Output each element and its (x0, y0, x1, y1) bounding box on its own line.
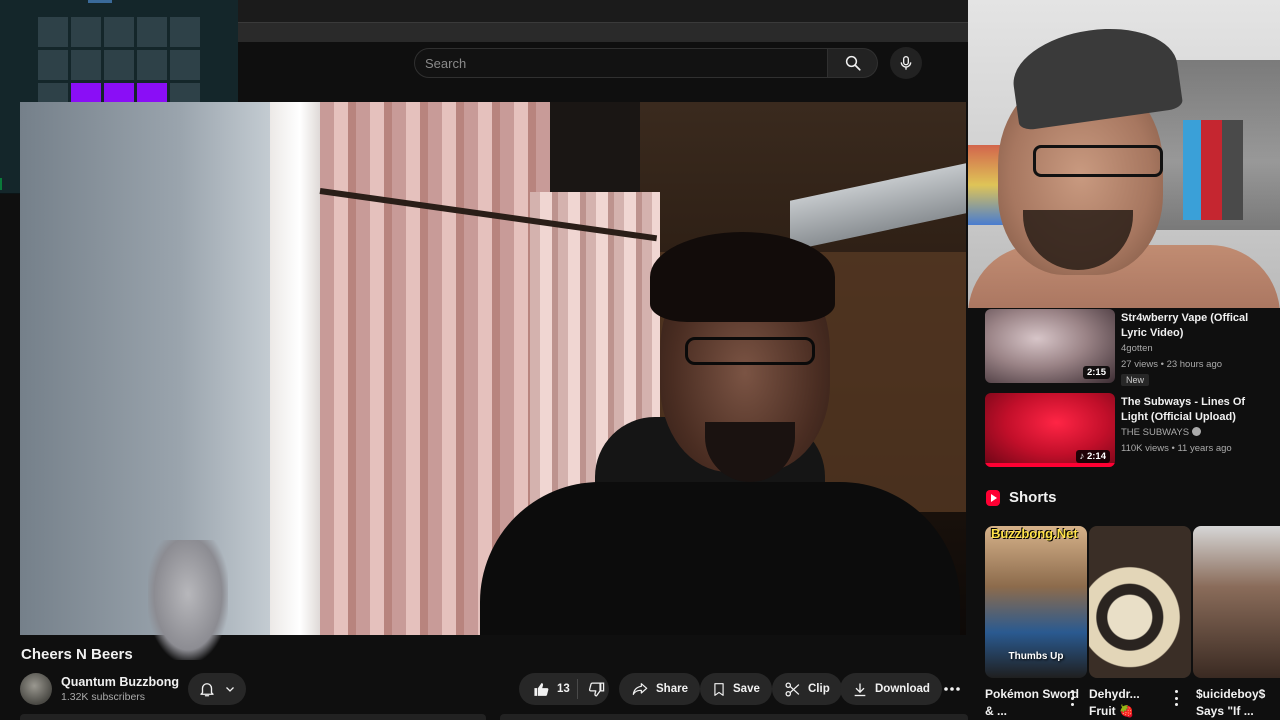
short-thumbnail[interactable] (1193, 526, 1280, 678)
channel-avatar[interactable] (20, 673, 52, 705)
launchpad-pad[interactable] (104, 50, 134, 80)
recommendation-item[interactable]: 2:15 Str4wberry Vape (Offical Lyric Vide… (985, 309, 1275, 386)
share-label: Share (656, 683, 688, 695)
launchpad-pad[interactable] (137, 50, 167, 80)
channel-name-text: THE SUBWAYS (1121, 427, 1190, 438)
video-frame-person-body (480, 482, 960, 635)
short-title[interactable]: $uicideboy$ Says "If ... (1196, 686, 1280, 720)
short-thumbnail[interactable]: Buzzbong.Net Thumbs Up (985, 526, 1087, 678)
search-box[interactable] (414, 48, 828, 78)
recommendation-channel[interactable]: 4gotten (1121, 343, 1153, 354)
launchpad-pad[interactable] (38, 50, 68, 80)
launchpad-pad[interactable] (71, 17, 101, 47)
channel-name[interactable]: Quantum Buzzbong (61, 675, 179, 689)
save-button[interactable]: Save (700, 673, 772, 705)
webcam-background-clothes (1183, 120, 1243, 220)
short-menu-button[interactable] (1172, 690, 1180, 706)
search-button[interactable] (828, 48, 878, 78)
duration-badge: ♪ 2:14 (1075, 450, 1110, 463)
recommendation-title[interactable]: The Subways - Lines Of Light (Official U… (1121, 395, 1273, 425)
duration-badge: 2:15 (1082, 366, 1110, 379)
webcam-overlay (968, 0, 1280, 308)
short-overlay-caption: Thumbs Up (1008, 651, 1064, 662)
shorts-label: Shorts (1009, 489, 1057, 506)
launchpad-pad[interactable] (170, 50, 200, 80)
voice-search-button[interactable] (890, 47, 922, 79)
more-horizontal-icon (944, 687, 960, 691)
short-menu-button[interactable] (1068, 690, 1076, 706)
like-count: 13 (557, 683, 570, 695)
clip-label: Clip (808, 683, 830, 695)
recommendation-channel[interactable]: THE SUBWAYS (1121, 427, 1202, 438)
subscription-notifications-button[interactable] (188, 673, 246, 705)
share-button[interactable]: Share (619, 673, 700, 705)
below-fold-panels (20, 714, 968, 720)
recommendation-title[interactable]: Str4wberry Vape (Offical Lyric Video) (1121, 311, 1273, 341)
video-frame-person-hair (650, 232, 835, 322)
bell-icon (200, 683, 214, 697)
shorts-shelf: Buzzbong.Net Thumbs Up (985, 526, 1280, 678)
dislike-button[interactable] (585, 673, 609, 705)
overlay-drag-handle[interactable] (88, 0, 112, 3)
browser-toolbar (238, 22, 968, 42)
search-icon (845, 55, 861, 71)
watch-progress-bar (985, 463, 1115, 467)
comments-panel-edge (500, 714, 968, 720)
launchpad-pad[interactable] (104, 17, 134, 47)
launchpad-pad[interactable] (38, 17, 68, 47)
like-button[interactable]: 13 (519, 673, 570, 705)
launchpad-pad[interactable] (71, 50, 101, 80)
overlay-mascot-sprite (148, 540, 228, 660)
short-overlay-text: Buzzbong.Net (991, 526, 1078, 541)
recommendation-meta: 27 views • 23 hours ago (1121, 359, 1223, 370)
recommendation-meta: 110K views • 11 years ago (1121, 443, 1232, 454)
microphone-icon (900, 56, 912, 70)
recommendation-item[interactable]: ♪ 2:14 The Subways - Lines Of Light (Off… (985, 393, 1275, 469)
video-thumbnail[interactable]: 2:15 (985, 309, 1115, 383)
bookmark-icon (714, 682, 724, 696)
thumbs-up-icon (534, 682, 549, 696)
new-badge: New (1121, 374, 1150, 386)
thumbs-down-icon (589, 681, 605, 697)
download-icon (854, 683, 866, 696)
overlay-edge-marker (0, 178, 2, 190)
search-input[interactable] (425, 55, 827, 71)
like-dislike-group: 13 (519, 673, 609, 705)
shorts-icon (986, 489, 1000, 506)
webcam-person-glasses (1033, 145, 1163, 177)
verified-icon (1192, 427, 1202, 436)
video-title: Cheers N Beers (21, 646, 133, 663)
video-frame-person-glasses (685, 337, 815, 365)
launchpad-pad[interactable] (137, 17, 167, 47)
chevron-down-icon (226, 687, 234, 692)
duration-text: 2:14 (1086, 451, 1106, 462)
scissors-icon (785, 681, 800, 697)
description-panel-edge (20, 714, 486, 720)
more-actions-button[interactable] (937, 673, 967, 705)
launchpad-pad[interactable] (170, 17, 200, 47)
clip-button[interactable]: Clip (772, 673, 842, 705)
video-thumbnail[interactable]: ♪ 2:14 (985, 393, 1115, 467)
short-title[interactable]: Dehydr... Fruit 🍓 (1089, 686, 1169, 720)
like-divider (576, 679, 578, 699)
download-button[interactable]: Download (840, 673, 942, 705)
download-label: Download (875, 683, 930, 695)
subscriber-count: 1.32K subscribers (61, 691, 146, 703)
save-label: Save (733, 683, 760, 695)
shorts-header: Shorts (986, 489, 1057, 506)
share-icon (632, 683, 648, 695)
short-thumbnail[interactable] (1089, 526, 1191, 678)
